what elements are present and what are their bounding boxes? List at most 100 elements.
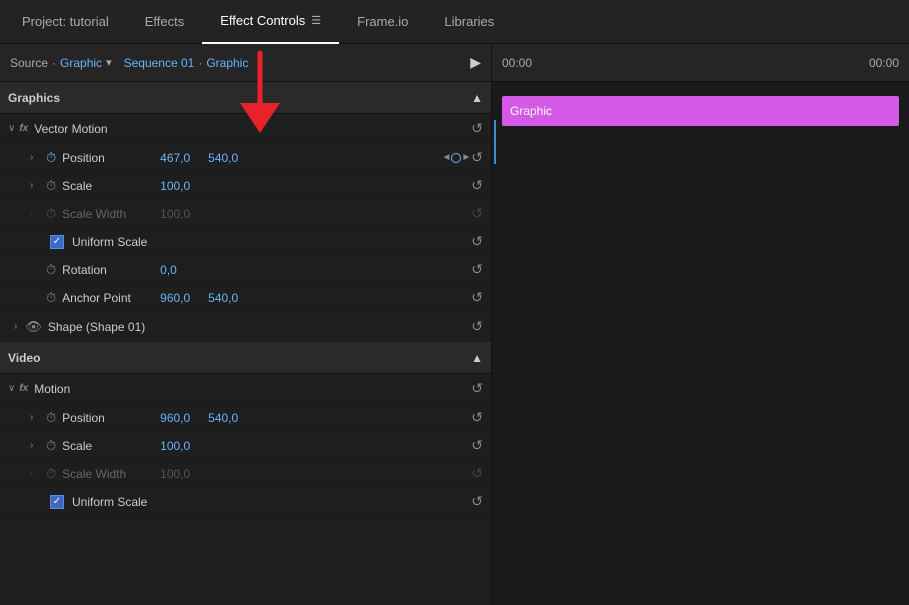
prev-keyframe-button[interactable]: ◄ bbox=[441, 152, 451, 163]
time-start: 00:00 bbox=[502, 56, 532, 70]
video-scale-width-value: 100,0 bbox=[160, 467, 200, 481]
scale-row-graphics: › ⏱ Scale 100,0 ↺ bbox=[0, 172, 491, 200]
scale-expand[interactable]: › bbox=[30, 180, 40, 191]
position-expand[interactable]: › bbox=[30, 152, 40, 163]
uniform-scale-reset-button[interactable]: ↺ bbox=[471, 233, 483, 250]
video-scroll-up-button[interactable]: ▲ bbox=[471, 351, 483, 365]
fx-reset-button[interactable]: ↺ bbox=[471, 120, 483, 137]
video-title: Video bbox=[8, 351, 40, 365]
anchor-reset-button[interactable]: ↺ bbox=[471, 289, 483, 306]
source-chevron[interactable]: ▾ bbox=[106, 56, 112, 69]
graphics-title: Graphics bbox=[8, 91, 60, 105]
anchor-y-value[interactable]: 540,0 bbox=[208, 291, 248, 305]
fx-motion-row: ∨ fx Motion ↺ bbox=[0, 374, 491, 404]
rotation-reset-button[interactable]: ↺ bbox=[471, 261, 483, 278]
scale-reset-button[interactable]: ↺ bbox=[471, 177, 483, 194]
anchor-point-label: Anchor Point bbox=[62, 291, 152, 305]
left-panel: Source · Graphic ▾ Sequence 01 · Graphic… bbox=[0, 44, 492, 605]
scale-width-row-video: › ⏱ Scale Width 100,0 ↺ bbox=[0, 460, 491, 488]
scale-label: Scale bbox=[62, 179, 152, 193]
motion-fx-reset-button[interactable]: ↺ bbox=[471, 380, 483, 397]
shape-eye-icon[interactable]: 👁 bbox=[25, 319, 42, 335]
source-label: Source bbox=[10, 56, 48, 70]
rotation-value[interactable]: 0,0 bbox=[160, 263, 200, 277]
scale-value[interactable]: 100,0 bbox=[160, 179, 200, 193]
scale-width-row-graphics: › ⏱ Scale Width 100,0 ↺ bbox=[0, 200, 491, 228]
video-scale-width-reset-button[interactable]: ↺ bbox=[471, 465, 483, 482]
right-panel: 00:00 00:00 Graphic bbox=[492, 44, 909, 605]
video-scale-width-stopwatch-icon: ⏱ bbox=[46, 466, 56, 482]
position-stopwatch-icon[interactable]: ⏱ bbox=[46, 150, 56, 166]
menu-icon[interactable]: ☰ bbox=[311, 14, 321, 27]
video-scale-stopwatch-icon[interactable]: ⏱ bbox=[46, 438, 56, 454]
video-position-reset-button[interactable]: ↺ bbox=[471, 409, 483, 426]
tab-bar: Project: tutorial Effects Effect Control… bbox=[0, 0, 909, 44]
play-button[interactable]: ▶ bbox=[470, 54, 481, 71]
position-y-value[interactable]: 540,0 bbox=[208, 151, 248, 165]
motion-fx-expand[interactable]: ∨ bbox=[8, 383, 15, 394]
video-uniform-scale-reset-button[interactable]: ↺ bbox=[471, 493, 483, 510]
scale-width-label: Scale Width bbox=[62, 207, 152, 221]
video-position-label: Position bbox=[62, 411, 152, 425]
anchor-stopwatch-icon[interactable]: ⏱ bbox=[46, 290, 56, 306]
graphic-clip-label: Graphic bbox=[510, 104, 552, 118]
scale-width-stopwatch-icon: ⏱ bbox=[46, 206, 56, 222]
video-uniform-scale-checkbox[interactable] bbox=[50, 495, 64, 509]
video-position-x-value[interactable]: 960,0 bbox=[160, 411, 200, 425]
clip-link[interactable]: Graphic bbox=[206, 56, 248, 70]
scroll-up-button[interactable]: ▲ bbox=[471, 91, 483, 105]
scale-width-reset-button[interactable]: ↺ bbox=[471, 205, 483, 222]
video-scale-expand[interactable]: › bbox=[30, 440, 40, 451]
timeline-header: 00:00 00:00 bbox=[492, 44, 909, 82]
uniform-scale-label: Uniform Scale bbox=[72, 235, 147, 249]
fx-motion-name: Motion bbox=[34, 382, 70, 396]
position-x-value[interactable]: 467,0 bbox=[160, 151, 200, 165]
next-keyframe-button[interactable]: ► bbox=[461, 152, 471, 163]
anchor-point-row-graphics: › ⏱ Anchor Point 960,0 540,0 ↺ bbox=[0, 284, 491, 312]
scale-stopwatch-icon[interactable]: ⏱ bbox=[46, 178, 56, 194]
video-position-stopwatch-icon[interactable]: ⏱ bbox=[46, 410, 56, 426]
playhead-indicator bbox=[494, 120, 496, 164]
tab-libraries[interactable]: Libraries bbox=[426, 0, 512, 44]
tab-project[interactable]: Project: tutorial bbox=[4, 0, 127, 44]
uniform-scale-row-video: Uniform Scale ↺ bbox=[0, 488, 491, 516]
fx-expand[interactable]: ∨ bbox=[8, 123, 15, 134]
source-bar: Source · Graphic ▾ Sequence 01 · Graphic… bbox=[0, 44, 491, 82]
video-uniform-scale-label: Uniform Scale bbox=[72, 495, 147, 509]
video-scale-reset-button[interactable]: ↺ bbox=[471, 437, 483, 454]
video-scale-label: Scale bbox=[62, 439, 152, 453]
tab-effects[interactable]: Effects bbox=[127, 0, 203, 44]
fx-vector-motion-row: ∨ fx Vector Motion ↺ bbox=[0, 114, 491, 144]
rotation-label: Rotation bbox=[62, 263, 152, 277]
source-name[interactable]: Graphic bbox=[60, 56, 102, 70]
rotation-stopwatch-icon[interactable]: ⏱ bbox=[46, 262, 56, 278]
position-label: Position bbox=[62, 151, 152, 165]
anchor-x-value[interactable]: 960,0 bbox=[160, 291, 200, 305]
scale-width-expand: › bbox=[30, 208, 40, 219]
main-layout: Source · Graphic ▾ Sequence 01 · Graphic… bbox=[0, 44, 909, 605]
keyframe-button[interactable] bbox=[451, 153, 461, 163]
video-section-header: Video ▲ bbox=[0, 342, 491, 374]
video-scale-width-label: Scale Width bbox=[62, 467, 152, 481]
video-scale-value[interactable]: 100,0 bbox=[160, 439, 200, 453]
graphic-clip-bar[interactable]: Graphic bbox=[502, 96, 899, 126]
scale-row-video: › ⏱ Scale 100,0 ↺ bbox=[0, 432, 491, 460]
tab-effect-controls[interactable]: Effect Controls ☰ bbox=[202, 0, 339, 44]
motion-fx-badge: fx bbox=[19, 383, 28, 394]
shape-row: › 👁 Shape (Shape 01) ↺ bbox=[0, 312, 491, 342]
video-position-expand[interactable]: › bbox=[30, 412, 40, 423]
shape-reset-button[interactable]: ↺ bbox=[471, 318, 483, 335]
video-scale-width-expand: › bbox=[30, 468, 40, 479]
fx-vector-motion-name: Vector Motion bbox=[34, 122, 107, 136]
graphics-section-header: Graphics ▲ bbox=[0, 82, 491, 114]
position-reset-button[interactable]: ↺ bbox=[471, 149, 483, 166]
tab-frameio[interactable]: Frame.io bbox=[339, 0, 426, 44]
video-position-y-value[interactable]: 540,0 bbox=[208, 411, 248, 425]
uniform-scale-checkbox[interactable] bbox=[50, 235, 64, 249]
scale-width-value: 100,0 bbox=[160, 207, 200, 221]
uniform-scale-row-graphics: Uniform Scale ↺ bbox=[0, 228, 491, 256]
position-row-graphics: › ⏱ Position 467,0 540,0 ◄ ► ↺ bbox=[0, 144, 491, 172]
sequence-link[interactable]: Sequence 01 bbox=[124, 56, 195, 70]
time-end: 00:00 bbox=[869, 56, 899, 70]
shape-expand[interactable]: › bbox=[14, 321, 17, 332]
